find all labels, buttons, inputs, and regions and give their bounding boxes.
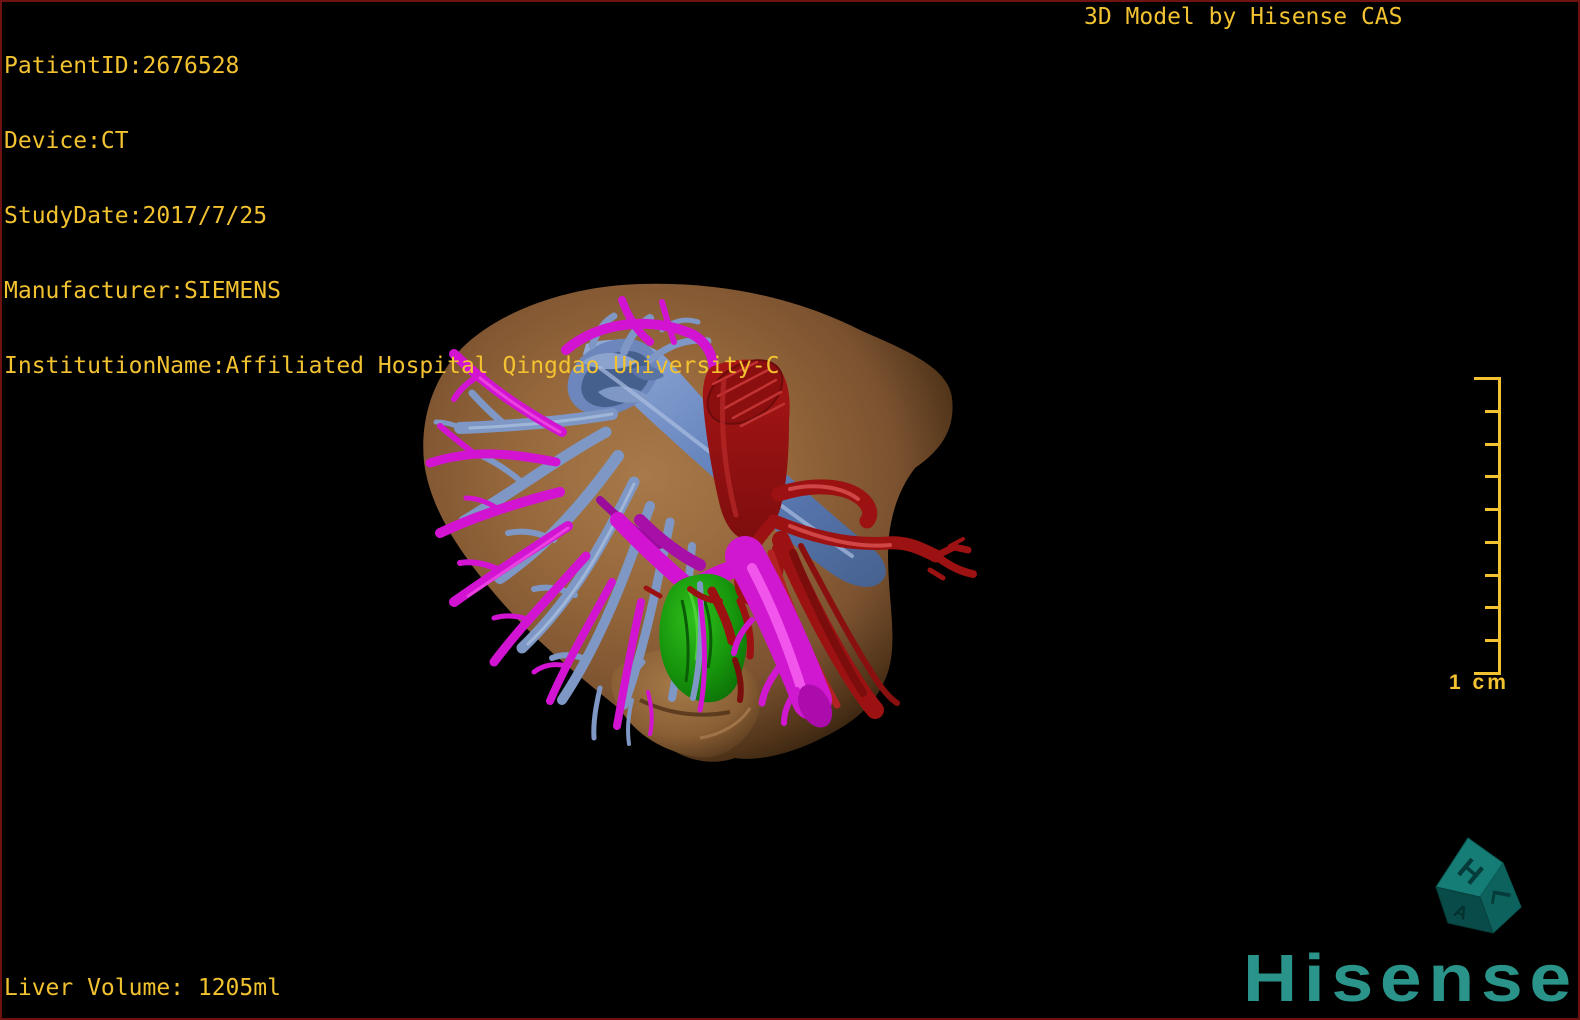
scale-tick (1485, 442, 1501, 446)
device-line: Device:CT (4, 128, 129, 154)
institution-line: InstitutionName:Affiliated Hospital Qing… (4, 353, 780, 379)
viewer-screen: PatientID:2676528 Device:CT StudyDate:20… (0, 0, 1580, 1020)
scale-tick (1485, 639, 1501, 643)
scale-tick (1474, 377, 1501, 380)
patient-id-line: PatientID:2676528 (4, 53, 240, 79)
scale-tick (1485, 409, 1501, 413)
liver-volume-readout: Liver Volume: 1205ml (4, 975, 281, 1001)
scale-tick (1485, 606, 1501, 610)
hisense-wordmark: Hisense (1243, 941, 1578, 1016)
scale-tick (1485, 573, 1501, 577)
scale-ruler (1473, 377, 1501, 675)
scale-label: 1 cm (1449, 671, 1509, 694)
hisense-cube-logo: H L A (1435, 837, 1522, 934)
watermark-title: 3D Model by Hisense CAS (1084, 4, 1403, 30)
dicom-metadata: PatientID:2676528 Device:CT StudyDate:20… (4, 4, 779, 429)
scale-tick (1485, 540, 1501, 544)
manufacturer-line: Manufacturer:SIEMENS (4, 278, 281, 304)
scale-ruler-rail (1498, 377, 1501, 675)
study-date-line: StudyDate:2017/7/25 (4, 203, 268, 229)
scale-tick (1485, 508, 1501, 512)
scale-tick (1485, 475, 1501, 479)
